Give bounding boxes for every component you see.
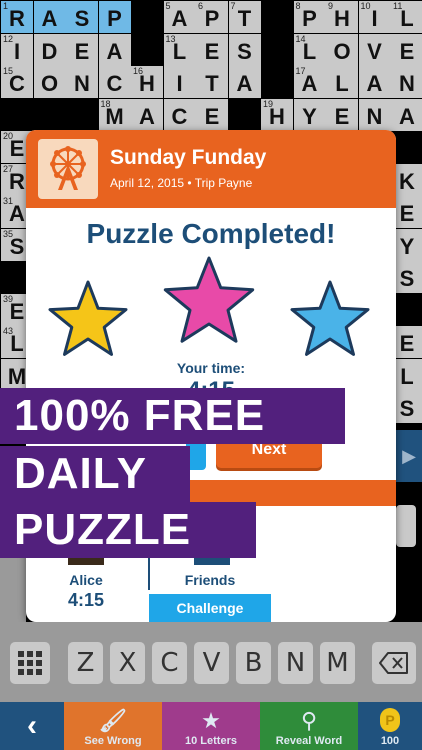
challenge-button[interactable]: Challenge: [149, 594, 271, 622]
friends-label: Friends: [184, 572, 236, 588]
key-n[interactable]: N: [278, 642, 313, 684]
your-time-label: Your time:: [176, 360, 246, 376]
chevron-left-icon[interactable]: ‹: [0, 702, 64, 750]
star-icon: [163, 256, 255, 343]
ten-letters-button[interactable]: ★ 10 Letters: [162, 702, 260, 750]
key-x[interactable]: X: [110, 642, 145, 684]
key-c[interactable]: C: [152, 642, 187, 684]
letter-keyboard: Z X C V B N M: [0, 622, 422, 702]
bottom-toolbar: ‹ 🖌 See Wrong ★ 10 Letters ⚲ Reveal Word…: [0, 702, 422, 750]
reveal-word-button[interactable]: ⚲ Reveal Word: [260, 702, 358, 750]
brush-icon: 🖌: [99, 708, 127, 733]
key-m[interactable]: M: [320, 642, 355, 684]
key-b[interactable]: B: [236, 642, 271, 684]
reveal-word-label: Reveal Word: [275, 735, 343, 747]
backspace-icon[interactable]: [372, 642, 416, 684]
see-wrong-button[interactable]: 🖌 See Wrong: [64, 702, 162, 750]
puzzle-date-author: April 12, 2015 • Trip Payne: [110, 176, 253, 190]
see-wrong-label: See Wrong: [84, 735, 142, 747]
star-icon: ★: [201, 708, 221, 733]
coins-count: 100: [380, 735, 400, 747]
grid-icon[interactable]: [10, 642, 50, 684]
promo-line-3: PUZZLE: [0, 502, 256, 558]
clue-next-arrow[interactable]: ▶: [396, 430, 422, 482]
star-icon: [48, 280, 128, 356]
dialog-header: Sunday Funday April 12, 2015 • Trip Payn…: [26, 130, 396, 208]
promo-line-2: DAILY: [0, 446, 190, 502]
puzzle-title: Sunday Funday: [110, 146, 267, 169]
ten-letters-label: 10 Letters: [185, 735, 237, 747]
key-z[interactable]: Z: [68, 642, 103, 684]
key-v[interactable]: V: [194, 642, 229, 684]
star-icon: [290, 280, 370, 356]
completed-heading: Puzzle Completed!: [86, 218, 336, 249]
coin-icon: P: [380, 708, 400, 732]
player-name: Alice: [69, 572, 103, 588]
rating-stars: [48, 256, 370, 356]
promo-line-1: 100% FREE: [0, 388, 345, 444]
coins-button[interactable]: P 100: [358, 702, 422, 750]
player-time: 4:15: [67, 590, 105, 610]
magnifier-icon: ⚲: [300, 708, 318, 733]
ferris-wheel-icon: [38, 139, 98, 199]
keyboard-key-edge[interactable]: [396, 505, 416, 547]
